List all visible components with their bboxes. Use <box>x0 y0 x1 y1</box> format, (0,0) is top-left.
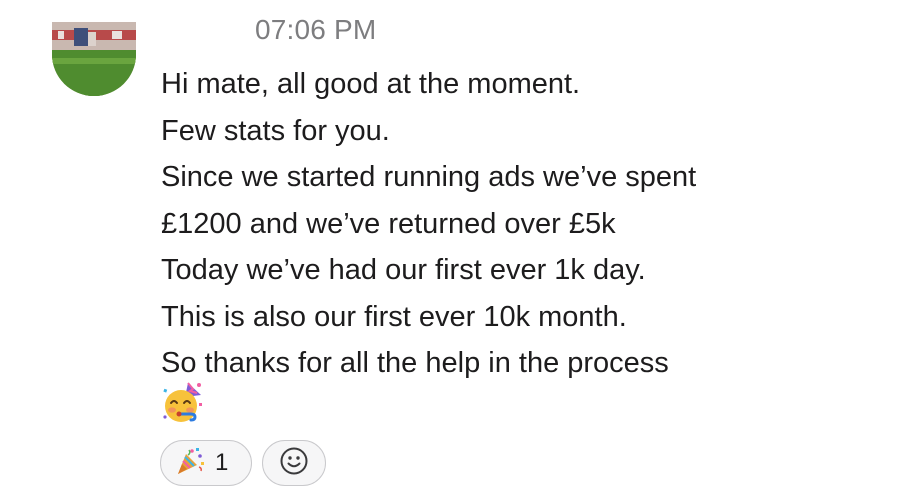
message-line: So thanks for all the help in the proces… <box>161 347 669 379</box>
partying-face-icon <box>161 381 205 425</box>
message-line: Hi mate, all good at the moment. <box>161 68 581 100</box>
smiley-face-icon <box>279 446 309 481</box>
sender-avatar[interactable] <box>52 22 136 96</box>
message-line: Few stats for you. <box>161 114 390 147</box>
party-popper-icon <box>175 446 205 481</box>
avatar-image <box>52 22 136 96</box>
add-reaction-button[interactable] <box>262 440 326 486</box>
message-line: £1200 and we’ve returned over £5k <box>161 207 616 240</box>
message-body: Hi mate, all good at the moment. Few sta… <box>161 61 881 387</box>
message-timestamp[interactable]: 07:06 PM <box>255 14 376 46</box>
message-line: This is also our first ever 10k month. <box>161 300 627 333</box>
message-line: Since we started running ads we’ve spent <box>161 161 697 193</box>
reactions-bar: 1 <box>160 440 326 486</box>
message-line: Today we’ve had our first ever 1k day. <box>161 254 646 286</box>
reaction-count: 1 <box>215 449 229 476</box>
reaction-pill[interactable]: 1 <box>160 440 252 486</box>
